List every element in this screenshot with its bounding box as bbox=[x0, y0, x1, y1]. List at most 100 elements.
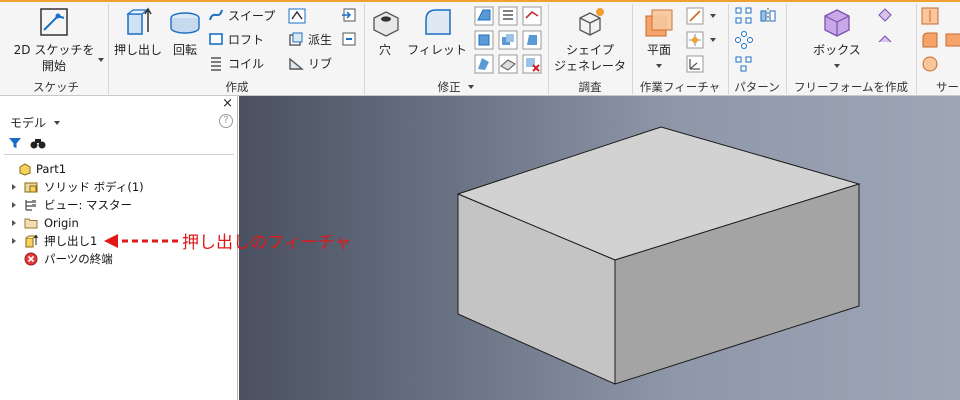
start-sketch-button[interactable]: 2D スケッチを 開始 bbox=[8, 4, 104, 78]
plane-button[interactable]: 平面 bbox=[636, 4, 682, 78]
surface-tool-grid bbox=[920, 6, 960, 76]
stitch-icon[interactable] bbox=[920, 6, 940, 26]
move-face-icon[interactable] bbox=[474, 54, 494, 74]
expand-arrow-icon[interactable] bbox=[12, 184, 16, 190]
plane-icon bbox=[645, 9, 673, 37]
chevron-down-icon bbox=[98, 58, 104, 62]
derive-icon bbox=[289, 32, 303, 46]
browser-divider bbox=[4, 154, 234, 155]
tree-item-view-master[interactable]: ビュー: マスター bbox=[0, 196, 236, 214]
part-icon bbox=[19, 163, 31, 176]
create-small-button-2[interactable] bbox=[340, 30, 360, 48]
chamfer-icon[interactable] bbox=[474, 6, 494, 26]
panel-title-freeform: フリーフォームを作成 bbox=[794, 80, 908, 94]
freeform-small-button-2[interactable] bbox=[876, 30, 896, 50]
close-browser-button[interactable]: × bbox=[222, 96, 233, 111]
sweep-icon bbox=[209, 9, 223, 21]
convert-icon bbox=[342, 32, 356, 46]
tree-item-label: Origin bbox=[44, 216, 79, 230]
rib-button[interactable]: リブ bbox=[286, 54, 336, 72]
extrude-button[interactable]: 押し出し bbox=[112, 4, 164, 64]
create-small-button-1[interactable] bbox=[340, 6, 360, 24]
sketch-icon bbox=[40, 8, 68, 36]
ucs-button[interactable] bbox=[686, 54, 706, 74]
expand-arrow-icon[interactable] bbox=[12, 238, 16, 244]
fillet-button[interactable]: フィレット bbox=[404, 4, 470, 64]
panel-title-work-features: 作業フィーチャ bbox=[639, 80, 721, 94]
shape-generator-button[interactable]: シェイプ ジェネレータ bbox=[552, 4, 628, 78]
panel-title-create: 作成 bbox=[225, 80, 249, 94]
fillet-icon bbox=[425, 9, 451, 35]
sweep-label: スイープ bbox=[228, 9, 276, 23]
chevron-down-icon bbox=[710, 14, 716, 18]
find-icon[interactable] bbox=[30, 136, 46, 150]
panel-title-pattern: パターン bbox=[734, 80, 780, 94]
loft-icon bbox=[209, 33, 223, 45]
ribbon-accent-strip bbox=[0, 0, 960, 2]
expand-arrow-icon[interactable] bbox=[12, 202, 16, 208]
shell-icon[interactable] bbox=[474, 30, 494, 50]
revolve-label: 回転 bbox=[172, 43, 197, 57]
modify-label: 修正 bbox=[437, 80, 461, 94]
point-button[interactable] bbox=[686, 30, 720, 50]
browser-title-label: モデル bbox=[10, 116, 47, 130]
chevron-down-icon bbox=[468, 85, 475, 89]
patch-icon[interactable] bbox=[920, 54, 940, 74]
panel-separator bbox=[632, 4, 633, 94]
panel-separator bbox=[728, 4, 729, 94]
tree-item-label: 押し出し1 bbox=[44, 234, 98, 248]
axis-button[interactable] bbox=[686, 6, 720, 26]
derive-button[interactable]: 派生 bbox=[286, 30, 336, 48]
hole-button[interactable]: 穴 bbox=[368, 4, 402, 64]
point-icon bbox=[686, 31, 704, 49]
chevron-down-icon bbox=[834, 64, 840, 68]
tree-item-solid-bodies[interactable]: ソリッド ボディ(1) bbox=[0, 178, 236, 196]
freeform-convert-icon bbox=[878, 35, 892, 43]
loft-button[interactable]: ロフト bbox=[208, 30, 282, 48]
delete-face-icon[interactable] bbox=[522, 54, 542, 74]
tree-item-label: ビュー: マスター bbox=[44, 198, 133, 212]
extrude-feature-icon bbox=[25, 234, 38, 248]
sculpt-icon[interactable] bbox=[920, 30, 940, 50]
solid-bodies-icon bbox=[24, 182, 38, 193]
rectangular-pattern-icon[interactable] bbox=[734, 6, 754, 26]
freeform-face-icon bbox=[878, 8, 892, 22]
tree-item-part[interactable]: Part1 bbox=[0, 160, 236, 178]
browser-title[interactable]: モデル bbox=[10, 114, 60, 131]
rib-icon bbox=[289, 57, 304, 70]
sweep-button[interactable]: スイープ bbox=[208, 6, 282, 24]
thread-icon[interactable] bbox=[498, 6, 518, 26]
panel-title-surface: サー bbox=[936, 80, 959, 94]
filter-icon[interactable] bbox=[8, 136, 22, 150]
start-sketch-label-1: 2D スケッチを bbox=[13, 43, 95, 57]
panel-title-modify[interactable]: 修正 bbox=[366, 79, 546, 95]
freeform-small-button-1[interactable] bbox=[876, 6, 896, 26]
revolve-button[interactable]: 回転 bbox=[166, 4, 204, 64]
extrude-icon bbox=[126, 7, 152, 35]
draft-icon[interactable] bbox=[522, 30, 542, 50]
annotation-text: 押し出しのフィーチャ bbox=[182, 233, 352, 253]
axis-icon bbox=[686, 7, 704, 25]
panel-separator bbox=[786, 4, 787, 94]
circular-pattern-icon[interactable] bbox=[734, 30, 754, 50]
chevron-down-icon bbox=[53, 121, 60, 125]
extrude-label: 押し出し bbox=[113, 43, 162, 57]
expand-arrow-icon[interactable] bbox=[12, 220, 16, 226]
coil-icon bbox=[211, 57, 221, 71]
rib-label: リブ bbox=[308, 57, 333, 71]
split-icon[interactable] bbox=[522, 6, 542, 26]
combine-icon[interactable] bbox=[498, 30, 518, 50]
plane-label: 平面 bbox=[646, 43, 671, 57]
panel-separator bbox=[548, 4, 549, 94]
tree-item-label: Part1 bbox=[36, 162, 67, 176]
annotation-arrow-icon bbox=[104, 234, 178, 248]
box-button[interactable]: ボックス bbox=[800, 4, 874, 78]
thicken-icon[interactable] bbox=[498, 54, 518, 74]
help-icon[interactable]: ? bbox=[219, 114, 233, 128]
mirror-icon[interactable] bbox=[758, 6, 778, 26]
coil-button[interactable]: コイル bbox=[208, 54, 282, 72]
sketch-pattern-icon[interactable] bbox=[734, 54, 754, 74]
emboss-button[interactable] bbox=[286, 6, 308, 26]
ucs-icon bbox=[686, 55, 704, 73]
trim-surface-icon[interactable] bbox=[944, 30, 960, 50]
